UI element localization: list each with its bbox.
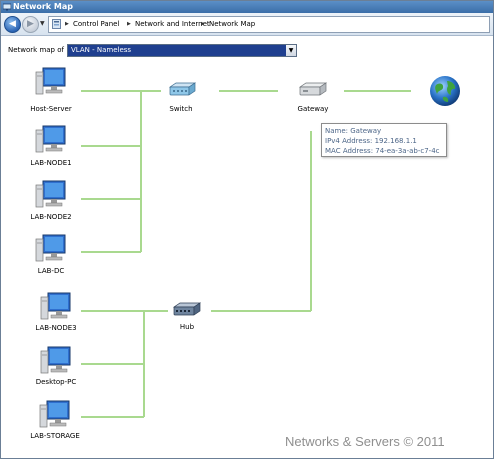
computer-icon <box>35 180 66 208</box>
device-label: LAB-NODE3 <box>35 324 77 332</box>
network-map-window: Network Map ◀ ▶ ▼ ▶ Control Panel ▶ Netw… <box>0 0 494 459</box>
device-switch[interactable]: Switch <box>161 81 201 115</box>
device-label: Desktop-PC <box>35 378 77 386</box>
network-hub-icon <box>172 302 202 316</box>
device-lab-storage[interactable]: LAB-STORAGE <box>25 400 85 448</box>
device-label: Host-Server <box>30 105 72 113</box>
computer-icon <box>40 346 71 374</box>
device-label: LAB-STORAGE <box>30 432 80 440</box>
computer-icon <box>35 234 66 262</box>
device-lab-node2[interactable]: LAB-NODE2 <box>29 180 73 228</box>
device-label: LAB-NODE2 <box>30 213 72 221</box>
gateway-router-icon <box>298 82 328 96</box>
device-label: LAB-DC <box>37 267 65 275</box>
computer-icon <box>35 125 66 153</box>
device-host-server[interactable]: Host-Server <box>29 67 73 115</box>
gateway-tooltip: Name: Gateway IPv4 Address: 192.168.1.1 … <box>321 123 447 157</box>
network-switch-icon <box>168 82 197 96</box>
device-lab-node1[interactable]: LAB-NODE1 <box>29 125 73 173</box>
device-hub[interactable]: Hub <box>167 301 207 335</box>
watermark: Networks & Servers © 2011 <box>285 434 445 449</box>
device-desktop-pc[interactable]: Desktop-PC <box>29 346 83 394</box>
device-label: Gateway <box>297 105 329 113</box>
device-label: LAB-NODE1 <box>30 159 72 167</box>
device-gateway[interactable]: Gateway <box>289 81 337 115</box>
computer-icon <box>39 400 70 428</box>
computer-icon <box>35 67 66 95</box>
internet-globe-icon[interactable] <box>429 75 461 107</box>
device-label: Hub <box>179 323 195 331</box>
computer-icon <box>40 292 71 320</box>
tooltip-name: Name: Gateway <box>325 127 382 135</box>
device-lab-dc[interactable]: LAB-DC <box>29 234 73 282</box>
tooltip-ipv4: IPv4 Address: 192.168.1.1 <box>325 137 417 145</box>
device-label: Switch <box>169 105 193 113</box>
device-lab-node3[interactable]: LAB-NODE3 <box>29 292 83 340</box>
tooltip-mac: MAC Address: 74-ea-3a-ab-c7-4c <box>325 147 440 155</box>
